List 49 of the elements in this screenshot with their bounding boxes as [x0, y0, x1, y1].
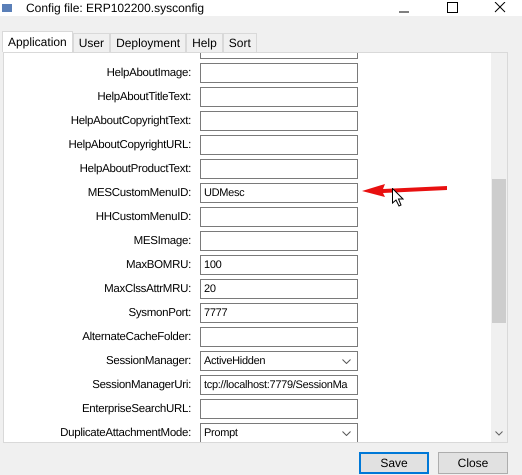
- input-field[interactable]: 7777: [200, 303, 358, 323]
- field-label: AlternateCacheFolder:: [81, 331, 191, 343]
- field-label: MaxClssAttrMRU:: [103, 283, 191, 295]
- chevron-down-icon: [342, 430, 351, 436]
- field-label: HelpAboutImage:: [106, 67, 191, 79]
- input-field[interactable]: [200, 63, 358, 83]
- cursor-icon: [392, 188, 404, 207]
- input-field[interactable]: [200, 111, 358, 131]
- field-label: MESImage:: [132, 235, 191, 247]
- field-label: SysmonPort:: [127, 307, 191, 319]
- field-label: MESCustomMenuID:: [86, 187, 191, 199]
- input-field[interactable]: [200, 159, 358, 179]
- dropdown-field[interactable]: ActiveHidden: [200, 351, 358, 371]
- scrollbar[interactable]: [491, 53, 507, 442]
- input-field[interactable]: [200, 87, 358, 107]
- dialog-button[interactable]: Close: [438, 452, 508, 474]
- field-label: HelpAboutProductText:: [78, 163, 191, 175]
- input-field[interactable]: [200, 135, 358, 155]
- tab[interactable]: User: [72, 33, 110, 52]
- field-label: HHCustomMenuID:: [94, 211, 191, 223]
- dropdown-field[interactable]: Prompt: [200, 423, 358, 442]
- tab[interactable]: Deployment: [110, 33, 186, 52]
- chevron-down-icon[interactable]: [495, 431, 503, 436]
- field-label: EnterpriseSearchURL:: [80, 403, 191, 415]
- input-field[interactable]: 20: [200, 279, 358, 299]
- tab[interactable]: Sort: [222, 33, 257, 52]
- close-icon[interactable]: [494, 2, 506, 14]
- input-field[interactable]: [200, 231, 358, 251]
- dialog-button[interactable]: Save: [359, 452, 429, 474]
- chevron-down-icon: [342, 358, 351, 364]
- field-label: HelpAboutTitleText:: [96, 91, 191, 103]
- input-field[interactable]: tcp://localhost:7779/SessionMa: [200, 375, 358, 395]
- input-field[interactable]: UDMesc: [200, 183, 358, 203]
- field-label: SessionManagerUri:: [91, 379, 191, 391]
- maximize-icon[interactable]: [446, 2, 458, 14]
- tab[interactable]: Application: [2, 31, 73, 52]
- window-title: Config file: ERP102200.sysconfig: [26, 0, 206, 16]
- input-field[interactable]: [200, 327, 358, 347]
- input-field[interactable]: 100: [200, 255, 358, 275]
- field-label: DuplicateAttachmentMode:: [59, 427, 191, 439]
- field-label: HelpAboutCopyrightText:: [70, 115, 191, 127]
- field-label: SessionManager:: [105, 355, 191, 367]
- field-label: HelpAboutCopyrightURL:: [67, 139, 191, 151]
- input-field[interactable]: [200, 399, 358, 419]
- app-icon: [2, 4, 12, 12]
- field-label: MaxBOMRU:: [124, 259, 191, 271]
- scrollbar-thumb[interactable]: [492, 179, 506, 323]
- input-field[interactable]: [200, 207, 358, 227]
- tab[interactable]: Help: [186, 33, 223, 52]
